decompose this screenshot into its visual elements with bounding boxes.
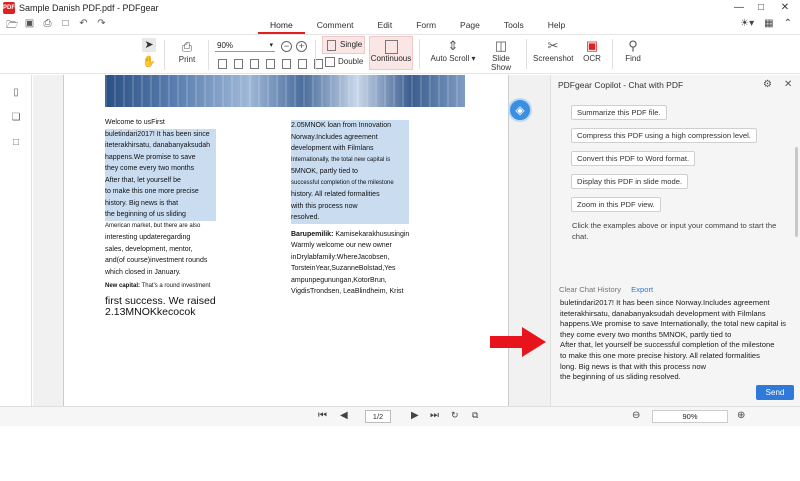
auto-scroll-icon: ⇕ <box>447 38 459 53</box>
find-button[interactable]: ⚲ Find <box>623 37 643 63</box>
example-compress-button[interactable]: Compress this PDF using a high compressi… <box>571 128 757 143</box>
zoom-select[interactable]: 90% ▾ <box>215 40 275 52</box>
new-file-icon[interactable]: □ <box>60 18 71 32</box>
printer-icon: ⎙ <box>181 39 193 54</box>
redo-icon[interactable]: ↷ <box>96 18 107 32</box>
copilot-bubble-icon[interactable]: ◈ <box>508 98 532 122</box>
window-title: Sample Danish PDF.pdf - PDFgear <box>19 3 159 13</box>
chat-scrollbar[interactable] <box>795 147 798 237</box>
zoom-in-icon[interactable]: + <box>296 41 307 52</box>
chat-links: Clear Chat History Export <box>559 285 653 294</box>
chat-instructions: Click the examples above or input your c… <box>572 221 777 241</box>
first-page-icon[interactable]: ⏮ <box>318 410 327 421</box>
send-button[interactable]: Send <box>756 385 794 400</box>
chat-input[interactable]: buletindari2017! It has been since Norwa… <box>551 295 800 381</box>
red-arrow-icon <box>490 327 546 357</box>
quick-access-toolbar: 🗁 ▣ ⎙ □ ↶ ↷ <box>6 18 107 32</box>
last-page-icon[interactable]: ⏭ <box>430 410 439 421</box>
undo-icon[interactable]: ↶ <box>78 18 89 32</box>
close-icon[interactable]: ✕ <box>784 79 792 90</box>
tab-form[interactable]: Form <box>404 18 448 34</box>
actual-size-icon[interactable] <box>250 59 259 69</box>
comments-icon[interactable]: □ <box>10 137 22 149</box>
zoom-out-icon[interactable]: − <box>281 41 292 52</box>
copilot-chat-panel: PDFgear Copilot - Chat with PDF ⚙ ✕ Summ… <box>550 75 800 406</box>
find-icon: ⚲ <box>628 38 638 53</box>
select-tool-icon[interactable]: ➤ <box>142 38 156 52</box>
single-page-icon <box>327 40 336 51</box>
left-column: Welcome to usFirst buletindari2017! It h… <box>105 119 216 318</box>
fit-icon[interactable]: ⧉ <box>472 410 478 421</box>
top-right-icons: ☀▾ ▦ ⌃ <box>740 18 792 29</box>
single-page-button[interactable]: Single <box>322 36 365 54</box>
grid-icon[interactable]: ▦ <box>764 18 773 29</box>
example-convert-button[interactable]: Convert this PDF to Word format. <box>571 151 696 166</box>
thumbnails-icon[interactable]: ❏ <box>10 112 22 124</box>
ocr-button[interactable]: ▣ OCR <box>580 37 604 63</box>
page-number-field[interactable]: 1/2 <box>365 410 391 423</box>
page-fit-icons <box>218 59 323 69</box>
previous-page-icon[interactable]: ◀ <box>340 410 348 421</box>
zoom-in-icon[interactable]: ⊕ <box>737 410 745 421</box>
auto-scroll-button[interactable]: ⇕ Auto Scroll ▾ <box>428 37 478 63</box>
continuous-icon <box>384 40 398 54</box>
double-page-icon <box>325 57 335 67</box>
theme-icon[interactable]: ☀▾ <box>740 18 754 29</box>
chat-title: PDFgear Copilot - Chat with PDF <box>558 80 684 90</box>
collapse-icon[interactable]: ⌃ <box>784 18 792 29</box>
slide-show-button[interactable]: ◫ Slide Show <box>482 37 520 72</box>
screenshot-button[interactable]: ✂ Screenshot <box>533 37 573 63</box>
example-zoom-button[interactable]: Zoom in this PDF view. <box>571 197 661 212</box>
rotate-icon[interactable]: ↻ <box>451 410 459 421</box>
example-summarize-button[interactable]: Summarize this PDF file. <box>571 105 667 120</box>
ocr-icon: ▣ <box>585 38 599 53</box>
fit-page-icon[interactable] <box>218 59 227 69</box>
menu-tabs: Home Comment Edit Form Page Tools Help <box>258 18 577 34</box>
tab-tools[interactable]: Tools <box>492 18 536 34</box>
bookmark-icon[interactable]: ▯ <box>10 87 22 99</box>
slide-show-icon: ◫ <box>494 38 508 53</box>
tab-home[interactable]: Home <box>258 18 305 34</box>
minimize-button[interactable]: — <box>732 1 746 15</box>
title-bar: PDF Sample Danish PDF.pdf - PDFgear — □ … <box>0 0 800 16</box>
app-logo: PDF <box>3 2 15 14</box>
hand-tool-icon[interactable]: ✋ <box>142 55 156 68</box>
save-icon[interactable]: ▣ <box>24 18 35 32</box>
tab-help[interactable]: Help <box>536 18 577 34</box>
scissors-icon: ✂ <box>547 38 559 53</box>
document-viewer: Welcome to usFirst buletindari2017! It h… <box>33 75 550 406</box>
zoom-field[interactable]: 90% <box>652 410 728 423</box>
status-bar: ⏮ ◀ 1/2 ▶ ⏭ ↻ ⧉ ⊖ 90% ⊕ <box>0 406 800 426</box>
double-page-button[interactable]: Double <box>322 57 365 67</box>
rotate-left-icon[interactable] <box>282 59 291 69</box>
tab-page[interactable]: Page <box>448 18 492 34</box>
rotate-right-icon[interactable] <box>298 59 307 69</box>
clear-history-link[interactable]: Clear Chat History <box>559 285 621 294</box>
export-link[interactable]: Export <box>631 285 653 294</box>
maximize-button[interactable]: □ <box>754 1 768 15</box>
print-button[interactable]: ⎙ Print <box>172 38 202 64</box>
example-slide-button[interactable]: Display this PDF in slide mode. <box>571 174 689 189</box>
right-column: 2.05MNOK loan from Innovation Norway.Inc… <box>291 120 410 295</box>
fit-height-icon[interactable] <box>266 59 275 69</box>
chevron-down-icon: ▾ <box>269 42 273 49</box>
pdf-page: Welcome to usFirst buletindari2017! It h… <box>63 75 509 406</box>
next-page-icon[interactable]: ▶ <box>411 410 419 421</box>
tab-comment[interactable]: Comment <box>305 18 366 34</box>
continuous-button[interactable]: Continuous <box>369 36 413 70</box>
header-photo <box>105 75 465 107</box>
zoom-out-icon[interactable]: ⊖ <box>632 410 640 421</box>
print-icon[interactable]: ⎙ <box>42 18 53 32</box>
left-sidebar: ▯ ❏ □ ⌄ <box>0 75 32 415</box>
tab-edit[interactable]: Edit <box>366 18 405 34</box>
open-folder-icon[interactable]: 🗁 <box>6 18 18 32</box>
fit-width-icon[interactable] <box>234 59 243 69</box>
copilot-settings-icon[interactable]: ⚙ <box>763 79 772 90</box>
close-window-button[interactable]: ✕ <box>778 1 792 15</box>
